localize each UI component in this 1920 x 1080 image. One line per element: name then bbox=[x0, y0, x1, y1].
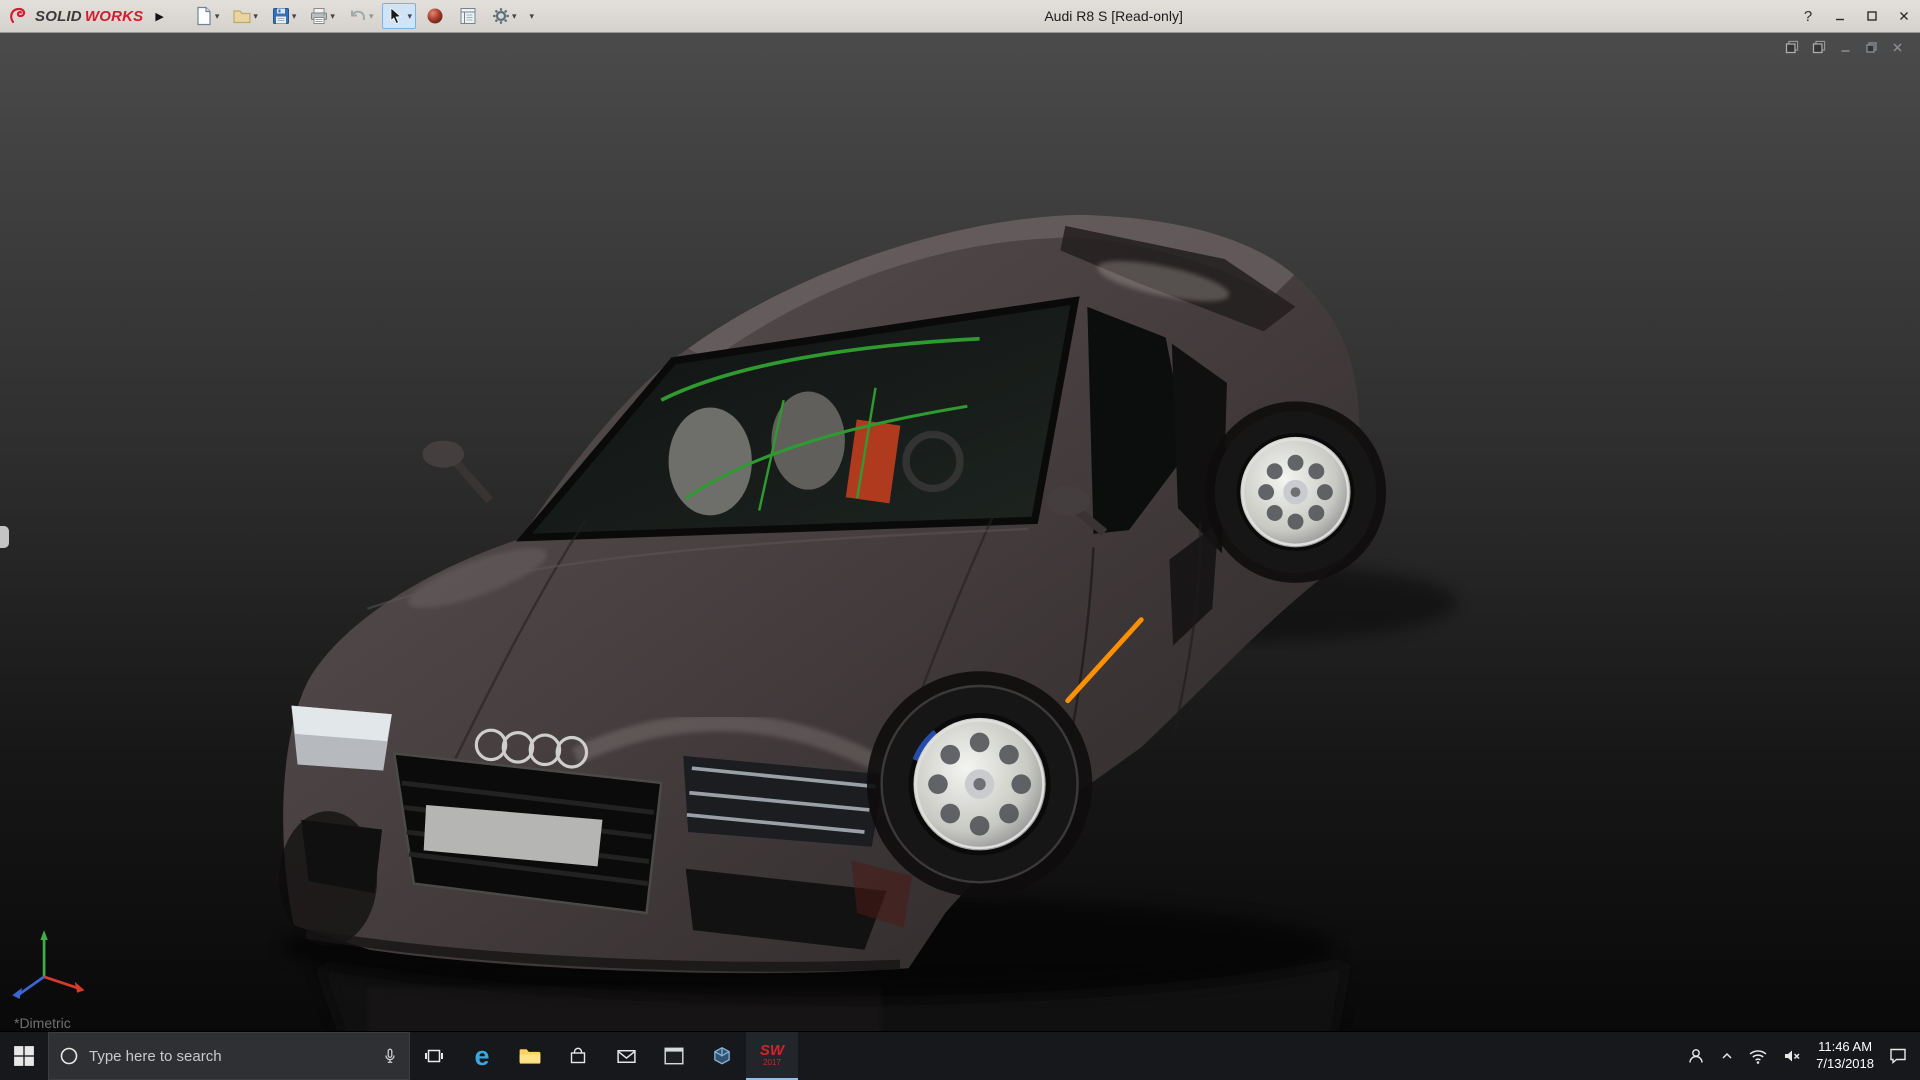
save-button[interactable]: ▾ bbox=[267, 3, 301, 29]
doc-restore-icon[interactable] bbox=[1865, 41, 1878, 54]
open-folder-icon bbox=[232, 6, 252, 26]
doc-close-icon[interactable] bbox=[1891, 41, 1904, 54]
solidworks-icon: SW bbox=[760, 1043, 784, 1058]
store-bag-icon bbox=[568, 1046, 588, 1066]
dropdown-arrow-icon[interactable]: ▾ bbox=[512, 12, 517, 21]
appearance-sphere-button[interactable] bbox=[421, 3, 449, 29]
brand-works-text: WORKS bbox=[85, 8, 144, 25]
hidden-icons-chevron-icon[interactable] bbox=[1720, 1049, 1734, 1063]
left-mirror bbox=[422, 441, 464, 468]
3d-viewport-canvas[interactable] bbox=[0, 32, 1920, 1032]
dropdown-arrow-icon[interactable]: ▾ bbox=[369, 12, 374, 21]
network-icon[interactable] bbox=[1748, 1046, 1768, 1066]
clock-date: 7/13/2018 bbox=[1816, 1056, 1874, 1073]
action-center-icon[interactable] bbox=[1888, 1046, 1908, 1066]
mail-envelope-icon bbox=[616, 1046, 637, 1067]
new-document-button[interactable]: ▾ bbox=[190, 3, 224, 29]
document-properties-button[interactable] bbox=[454, 3, 482, 29]
start-button[interactable] bbox=[0, 1032, 48, 1080]
task-view-icon bbox=[424, 1046, 444, 1066]
dropdown-arrow-icon[interactable]: ▾ bbox=[330, 12, 335, 21]
solidworks-year-label: 2017 bbox=[763, 1059, 781, 1067]
toolbar-overflow-button[interactable]: ▾ bbox=[526, 9, 539, 24]
front-wheel bbox=[882, 686, 1078, 882]
gear-icon bbox=[491, 6, 511, 26]
dropdown-arrow-icon[interactable]: ▾ bbox=[292, 12, 297, 21]
car-model-render bbox=[279, 215, 1386, 973]
toolbar-overflow-icon[interactable]: ▾ bbox=[530, 12, 535, 21]
task-view-button[interactable] bbox=[410, 1032, 458, 1080]
file-explorer-button[interactable] bbox=[506, 1032, 554, 1080]
new-document-icon bbox=[194, 6, 214, 26]
print-icon bbox=[309, 6, 329, 26]
dropdown-arrow-icon[interactable]: ▾ bbox=[253, 12, 258, 21]
taskbar-search-input[interactable]: Type here to search bbox=[48, 1032, 410, 1080]
taskbar-clock[interactable]: 11:46 AM 7/13/2018 bbox=[1816, 1039, 1874, 1073]
rear-wheel bbox=[1215, 411, 1377, 573]
undo-button[interactable]: ▾ bbox=[344, 3, 378, 29]
document-properties-icon bbox=[458, 6, 478, 26]
document-title: Audi R8 S [Read-only] bbox=[1044, 8, 1183, 24]
cube-app-icon bbox=[711, 1045, 733, 1067]
graphics-area[interactable]: *Dimetric bbox=[0, 32, 1920, 1032]
screen: SOLIDWORKS ▶ ▾ ▾ bbox=[0, 0, 1920, 1080]
clock-time: 11:46 AM bbox=[1818, 1039, 1872, 1056]
quick-access-toolbar: ▾ ▾ ▾ bbox=[190, 3, 538, 29]
orientation-triad[interactable] bbox=[12, 930, 84, 999]
cascade-windows-icon[interactable] bbox=[1812, 40, 1826, 54]
titlebar: SOLIDWORKS ▶ ▾ ▾ bbox=[0, 0, 1920, 33]
terminal-button[interactable] bbox=[650, 1032, 698, 1080]
minimize-icon bbox=[1834, 10, 1846, 22]
open-button[interactable]: ▾ bbox=[228, 3, 262, 29]
dropdown-arrow-icon[interactable]: ▾ bbox=[215, 12, 220, 21]
edge-button[interactable]: e bbox=[458, 1032, 506, 1080]
microphone-icon[interactable] bbox=[381, 1047, 399, 1065]
select-button[interactable]: ▾ bbox=[382, 3, 416, 29]
panel-collapse-tab[interactable] bbox=[0, 526, 9, 548]
store-button[interactable] bbox=[554, 1032, 602, 1080]
mail-button[interactable] bbox=[602, 1032, 650, 1080]
solidworks-logo: SOLIDWORKS bbox=[0, 6, 149, 26]
document-window-controls bbox=[1785, 40, 1904, 54]
print-button[interactable]: ▾ bbox=[305, 3, 339, 29]
volume-muted-icon[interactable] bbox=[1782, 1046, 1802, 1066]
doc-minimize-icon[interactable] bbox=[1839, 41, 1852, 54]
close-icon bbox=[1898, 10, 1910, 22]
help-button[interactable]: ? bbox=[1792, 0, 1824, 32]
system-tray: 11:46 AM 7/13/2018 bbox=[1674, 1032, 1920, 1080]
windows-logo-icon bbox=[13, 1045, 35, 1067]
cortana-circle-icon bbox=[59, 1046, 79, 1066]
dropdown-arrow-icon[interactable]: ▾ bbox=[407, 12, 412, 21]
undo-icon bbox=[348, 6, 368, 26]
view-orientation-label: *Dimetric bbox=[14, 1015, 71, 1031]
cube-app-button[interactable] bbox=[698, 1032, 746, 1080]
select-cursor-icon bbox=[386, 6, 406, 26]
brand-solid-text: SOLID bbox=[35, 8, 82, 25]
edge-icon: e bbox=[474, 1043, 489, 1070]
maximize-button[interactable] bbox=[1856, 0, 1888, 32]
new-window-icon[interactable] bbox=[1785, 40, 1799, 54]
minimize-button[interactable] bbox=[1824, 0, 1856, 32]
options-gear-button[interactable]: ▾ bbox=[487, 3, 521, 29]
people-icon[interactable] bbox=[1686, 1046, 1706, 1066]
right-mirror bbox=[1046, 486, 1090, 515]
maximize-icon bbox=[1866, 10, 1878, 22]
solidworks-2017-button[interactable]: SW 2017 bbox=[746, 1032, 798, 1080]
window-controls: ? bbox=[1792, 0, 1920, 32]
terminal-icon bbox=[663, 1045, 685, 1067]
close-button[interactable] bbox=[1888, 0, 1920, 32]
dassault-3ds-icon bbox=[8, 6, 32, 26]
windows-taskbar: Type here to search e bbox=[0, 1031, 1920, 1080]
menu-expand-button[interactable]: ▶ bbox=[149, 10, 173, 23]
file-explorer-icon bbox=[518, 1045, 542, 1067]
appearance-sphere-icon bbox=[425, 6, 445, 26]
save-icon bbox=[271, 6, 291, 26]
search-placeholder: Type here to search bbox=[89, 1048, 371, 1065]
